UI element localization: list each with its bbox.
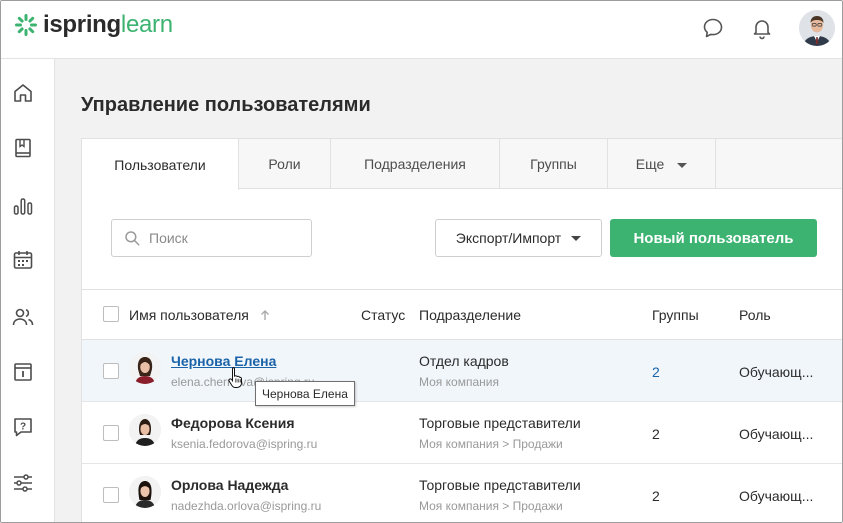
row-checkbox[interactable] xyxy=(103,487,119,503)
column-header-status[interactable]: Статус xyxy=(361,307,405,323)
users-card: Пользователи Роли Подразделения Группы Е… xyxy=(81,138,842,522)
column-header-name[interactable]: Имя пользователя xyxy=(129,307,271,323)
tab-departments[interactable]: Подразделения xyxy=(331,139,500,189)
users-icon[interactable] xyxy=(11,305,35,329)
user-name[interactable]: Орлова Надежда xyxy=(171,477,288,493)
search-field[interactable] xyxy=(111,219,312,257)
user-department: Отдел кадров xyxy=(419,353,509,369)
user-avatar[interactable] xyxy=(799,10,835,46)
user-name[interactable]: Федорова Ксения xyxy=(171,415,295,431)
export-import-button[interactable]: Экспорт/Импорт xyxy=(435,219,602,257)
bell-icon[interactable] xyxy=(750,16,774,40)
logo-text-learn: learn xyxy=(120,11,173,38)
tab-more-label: Еще xyxy=(635,156,665,172)
avatar xyxy=(129,414,161,446)
new-user-button[interactable]: Новый пользователь xyxy=(610,219,817,257)
user-department-path: Моя компания > Продажи xyxy=(419,499,563,513)
user-department-path: Моя компания xyxy=(419,375,499,389)
app-window: ispringlearn ? Управление пользователями… xyxy=(0,0,843,523)
chat-icon[interactable] xyxy=(701,16,725,40)
user-email: ksenia.fedorova@ispring.ru xyxy=(171,437,318,451)
column-header-groups[interactable]: Группы xyxy=(652,307,699,323)
user-groups-count[interactable]: 2 xyxy=(652,426,660,442)
user-name-link[interactable]: Чернова Елена xyxy=(171,353,276,369)
column-header-role[interactable]: Роль xyxy=(739,307,771,323)
tab-roles-label: Роли xyxy=(268,156,301,172)
search-icon xyxy=(125,231,140,246)
help-icon[interactable]: ? xyxy=(11,415,35,439)
tab-groups-label: Группы xyxy=(530,156,577,172)
search-input[interactable] xyxy=(149,230,299,246)
top-header: ispringlearn xyxy=(1,1,842,59)
chevron-down-icon xyxy=(571,235,582,241)
table-row[interactable]: Федорова Ксения ksenia.fedorova@ispring.… xyxy=(82,402,842,464)
page-title: Управление пользователями xyxy=(81,94,371,116)
user-role: Обучающ... xyxy=(739,426,814,442)
user-department: Торговые представители xyxy=(419,415,581,431)
logo[interactable]: ispringlearn xyxy=(14,13,173,37)
sort-arrow-up-icon[interactable] xyxy=(259,309,271,321)
name-tooltip: Чернова Елена xyxy=(255,381,355,406)
user-email: nadezhda.orlova@ispring.ru xyxy=(171,499,322,513)
home-icon[interactable] xyxy=(11,81,35,105)
avatar xyxy=(129,476,161,508)
tab-bar: Пользователи Роли Подразделения Группы Е… xyxy=(82,139,842,190)
new-user-label: Новый пользователь xyxy=(633,229,794,247)
tab-users-label: Пользователи xyxy=(114,156,206,173)
column-header-department[interactable]: Подразделение xyxy=(419,307,521,323)
column-header-name-label: Имя пользователя xyxy=(129,307,249,323)
row-checkbox[interactable] xyxy=(103,363,119,379)
ispring-logo-icon xyxy=(15,14,37,36)
user-department-path: Моя компания > Продажи xyxy=(419,437,563,451)
user-avatar-image xyxy=(799,10,835,46)
export-import-label: Экспорт/Импорт xyxy=(455,230,562,246)
tab-more[interactable]: Еще xyxy=(608,139,716,189)
tab-users[interactable]: Пользователи xyxy=(82,139,239,190)
hand-pointer-cursor-icon xyxy=(228,367,242,388)
svg-text:?: ? xyxy=(20,422,26,433)
user-groups-count[interactable]: 2 xyxy=(652,364,660,380)
calendar-icon[interactable] xyxy=(11,248,35,272)
bar-chart-icon[interactable] xyxy=(11,194,35,218)
user-department: Торговые представители xyxy=(419,477,581,493)
user-role: Обучающ... xyxy=(739,364,814,380)
user-groups-count[interactable]: 2 xyxy=(652,488,660,504)
table-row[interactable]: Чернова Елена elena.chernova@ispring.ru … xyxy=(82,340,842,402)
book-icon[interactable] xyxy=(11,136,35,160)
sidebar: ? xyxy=(1,59,55,522)
user-role: Обучающ... xyxy=(739,488,814,504)
logo-text: ispringlearn xyxy=(43,13,173,37)
avatar xyxy=(129,352,161,384)
table-header: Имя пользователя Статус Подразделение Гр… xyxy=(82,289,842,340)
tab-departments-label: Подразделения xyxy=(364,156,466,172)
chevron-down-icon xyxy=(677,163,688,168)
tab-groups[interactable]: Группы xyxy=(500,139,608,189)
logo-text-ispring: ispring xyxy=(43,11,121,38)
row-checkbox[interactable] xyxy=(103,425,119,441)
select-all-checkbox[interactable] xyxy=(103,306,119,322)
table-row[interactable]: Орлова Надежда nadezhda.orlova@ispring.r… xyxy=(82,464,842,522)
info-card-icon[interactable] xyxy=(11,360,35,384)
tab-roles[interactable]: Роли xyxy=(239,139,331,189)
settings-sliders-icon[interactable] xyxy=(11,471,35,495)
